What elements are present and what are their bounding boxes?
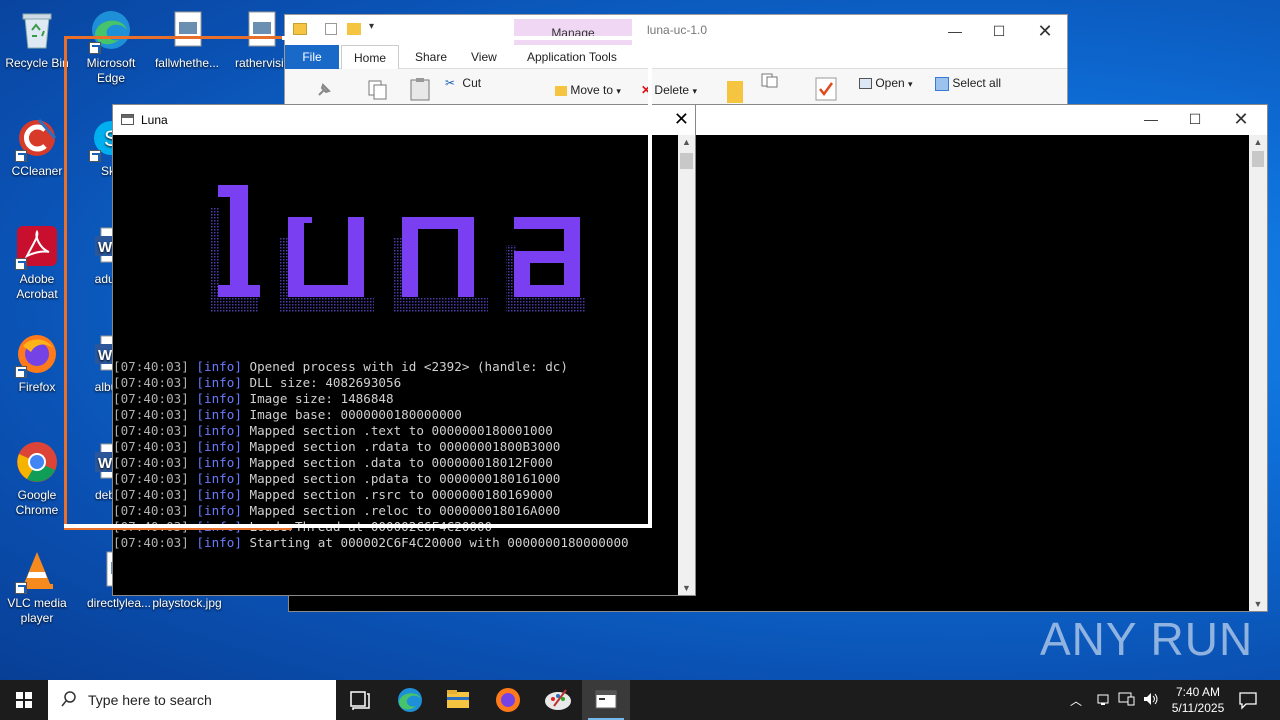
taskbar-search-box[interactable]: Type here to search xyxy=(48,680,336,720)
open-label: Open xyxy=(875,76,905,90)
desktop-icon-label: Firefox xyxy=(18,380,56,394)
close-button[interactable]: ✕ xyxy=(1025,19,1065,43)
maximize-button[interactable]: ☐ xyxy=(979,19,1019,43)
shortcut-arrow-icon xyxy=(15,582,27,594)
close-button[interactable]: ✕ xyxy=(674,109,689,130)
desktop-icon-google-chrome[interactable]: Google Chrome xyxy=(0,440,74,518)
recycle-bin-icon xyxy=(15,8,59,52)
clock-time: 7:40 AM xyxy=(1175,685,1221,699)
scroll-down-icon[interactable]: ▼ xyxy=(678,583,695,593)
console-icon xyxy=(595,690,617,709)
windows-logo-icon xyxy=(16,692,32,708)
open-button[interactable]: Open ▾ xyxy=(859,76,913,90)
notification-icon xyxy=(1239,692,1257,710)
firefox-icon xyxy=(496,688,520,712)
desktop-icon-label: Google Chrome xyxy=(15,488,59,517)
shortcut-arrow-icon xyxy=(15,258,27,270)
vlc-icon xyxy=(15,548,59,594)
task-view-button[interactable] xyxy=(336,680,384,720)
ccleaner-icon xyxy=(15,116,59,162)
chrome-icon xyxy=(15,440,59,484)
taskbar-console-button[interactable] xyxy=(582,680,630,720)
log-timestamp: [07:40:03] xyxy=(113,535,189,550)
log-message: Starting at 000002C6F4C20000 with 000000… xyxy=(249,535,629,550)
clock-date: 5/11/2025 xyxy=(1171,701,1225,715)
delete-label: Delete xyxy=(654,83,690,97)
desktop-icon-label: CCleaner xyxy=(11,164,63,178)
new-folder-large-icon[interactable] xyxy=(727,81,743,103)
properties-check-icon[interactable] xyxy=(815,77,837,104)
scrollbar-thumb[interactable] xyxy=(680,153,693,169)
open-icon xyxy=(859,78,872,90)
tray-network-icon[interactable] xyxy=(1096,691,1112,720)
scroll-down-icon[interactable]: ▼ xyxy=(1249,599,1267,609)
highlight-rectangle-orange xyxy=(64,36,292,530)
close-button[interactable]: ✕ xyxy=(1221,107,1261,131)
tray-display-icon[interactable] xyxy=(1118,691,1136,720)
acrobat-icon xyxy=(15,224,59,270)
desktop-icon-label: Recycle Bin xyxy=(5,56,69,70)
taskbar-file-explorer-button[interactable] xyxy=(434,680,482,720)
file-explorer-icon xyxy=(447,690,469,708)
maximize-button[interactable]: ☐ xyxy=(1175,107,1215,131)
desktop-icon-firefox[interactable]: Firefox xyxy=(0,332,74,395)
chevron-down-icon: ▾ xyxy=(908,79,913,89)
highlight-rectangle-white xyxy=(282,36,652,528)
chevron-up-icon: ︿ xyxy=(1070,694,1083,708)
new-folder-icon[interactable] xyxy=(347,23,361,35)
quick-access-dropdown-icon[interactable]: ▾ xyxy=(369,21,374,32)
paint-palette-icon xyxy=(545,689,571,710)
shortcut-arrow-icon xyxy=(15,366,27,378)
log-line: [07:40:03] [info] Starting at 000002C6F4… xyxy=(113,535,629,551)
desktop-icon-recycle-bin[interactable]: Recycle Bin xyxy=(0,8,74,71)
select-all-icon xyxy=(935,76,949,91)
highlight-rectangle-white-bottom xyxy=(64,524,652,528)
desktop-icon-label: playstock.jpg xyxy=(152,596,222,610)
desktop-icon-label: directlylea... xyxy=(86,596,152,610)
desktop-icon-label: Adobe Acrobat xyxy=(16,272,58,301)
desktop: Recycle Bin CCleaner Adobe Acrobat Firef… xyxy=(0,0,1280,680)
desktop-icon-ccleaner[interactable]: CCleaner xyxy=(0,116,74,179)
taskbar: Type here to search ︿ 7:40 AM 5/11/2025 xyxy=(0,680,1280,720)
window-title: luna-uc-1.0 xyxy=(647,23,708,37)
search-placeholder: Type here to search xyxy=(88,692,212,708)
edge-icon xyxy=(398,688,422,712)
taskbar-clock[interactable]: 7:40 AM 5/11/2025 xyxy=(1160,684,1236,716)
taskbar-paint-button[interactable] xyxy=(534,680,582,720)
firefox-icon xyxy=(15,332,59,378)
minimize-button[interactable]: — xyxy=(935,19,975,43)
minimize-button[interactable]: — xyxy=(1131,107,1171,131)
taskbar-edge-button[interactable] xyxy=(386,680,434,720)
desktop-icon-adobe-acrobat[interactable]: Adobe Acrobat xyxy=(0,224,74,302)
folder-icon xyxy=(293,23,307,35)
show-hidden-icons-button[interactable]: ︿ xyxy=(1070,692,1082,720)
scroll-up-icon[interactable]: ▲ xyxy=(1249,137,1267,147)
search-icon xyxy=(60,690,78,711)
start-button[interactable] xyxy=(0,680,48,720)
select-all-button[interactable]: Select all xyxy=(935,76,1001,91)
scrollbar-thumb[interactable] xyxy=(1252,151,1264,167)
chevron-down-icon: ▾ xyxy=(692,86,697,96)
anyrun-watermark: ANY RUN xyxy=(1040,613,1254,665)
desktop-icon-label: VLC media player xyxy=(7,596,67,625)
properties-icon[interactable] xyxy=(325,23,337,35)
task-view-icon xyxy=(350,691,370,710)
new-item-icon[interactable] xyxy=(761,73,783,92)
select-all-label: Select all xyxy=(952,76,1002,90)
taskbar-firefox-button[interactable] xyxy=(484,680,532,720)
shortcut-arrow-icon xyxy=(15,150,27,162)
luna-scrollbar[interactable]: ▲ ▼ xyxy=(678,135,695,595)
tray-volume-icon[interactable] xyxy=(1142,690,1160,720)
log-level: [info] xyxy=(196,535,242,550)
console-scrollbar[interactable]: ▲ ▼ xyxy=(1249,135,1267,611)
notification-center-button[interactable] xyxy=(1238,690,1258,720)
desktop-icon-vlc[interactable]: VLC media player xyxy=(0,548,74,626)
scroll-up-icon[interactable]: ▲ xyxy=(678,137,695,147)
